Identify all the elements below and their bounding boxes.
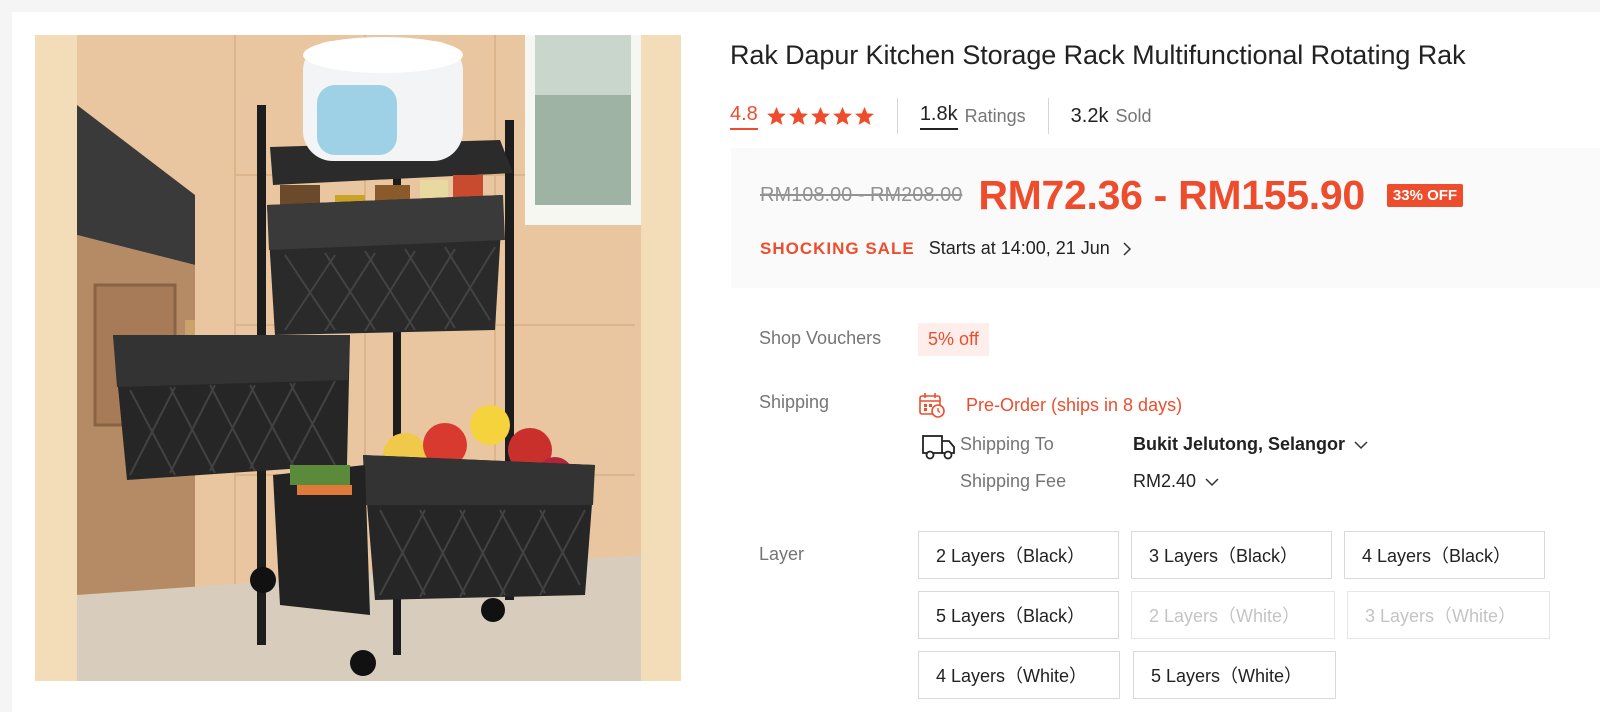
stats-divider bbox=[1047, 98, 1049, 134]
shipping-fee-label: Shipping Fee bbox=[960, 471, 1067, 491]
layer-option[interactable]: 4 Layers（White） bbox=[918, 651, 1120, 699]
product-page: Rak Dapur Kitchen Storage Rack Multifunc… bbox=[12, 12, 1600, 712]
chevron-right-icon[interactable] bbox=[1120, 241, 1134, 256]
star-icon bbox=[788, 106, 808, 125]
discount-badge: 33% OFF bbox=[1386, 184, 1464, 207]
shocking-sale-banner[interactable]: SHOCKING SALE Starts at 14:00, 21 Jun bbox=[760, 238, 1134, 259]
preorder-notice: Pre-Order (ships in 8 days) bbox=[918, 391, 1182, 419]
layer-option[interactable]: 3 Layers（Black） bbox=[1131, 531, 1332, 579]
chevron-down-icon bbox=[1354, 440, 1368, 449]
rating-score[interactable]: 4.8 bbox=[730, 102, 758, 130]
rating-stars bbox=[766, 106, 875, 127]
sale-start-time: Starts at 14:00, 21 Jun bbox=[928, 238, 1110, 258]
sold-count: 3.2k bbox=[1070, 105, 1109, 127]
star-icon bbox=[766, 106, 786, 125]
price-box: RM108.00 - RM208.00 RM72.36 - RM155.90 3… bbox=[731, 148, 1600, 288]
stats-divider bbox=[896, 98, 898, 134]
layer-option[interactable]: 5 Layers（Black） bbox=[918, 591, 1119, 639]
shipping-to-label: Shipping To bbox=[960, 434, 1054, 454]
current-price: RM72.36 - RM155.90 bbox=[978, 172, 1365, 218]
chevron-down-icon bbox=[1205, 477, 1219, 486]
layer-option[interactable]: 2 Layers（Black） bbox=[918, 531, 1119, 579]
kitchen-rack-illustration bbox=[35, 35, 681, 681]
original-price: RM108.00 - RM208.00 bbox=[760, 184, 963, 206]
shipping-fee-value: RM2.40 bbox=[1133, 471, 1197, 491]
product-title: Rak Dapur Kitchen Storage Rack Multifunc… bbox=[730, 40, 1466, 70]
star-icon bbox=[854, 106, 874, 125]
shipping-to-selector[interactable]: Bukit Jelutong, Selangor bbox=[1133, 434, 1369, 455]
product-stats: 4.8 1.8k Ratings 3.2k Sold bbox=[730, 98, 1174, 134]
layer-option-disabled: 3 Layers（White） bbox=[1347, 591, 1550, 639]
shipping-label: Shipping bbox=[759, 392, 830, 412]
ratings-count[interactable]: 1.8k bbox=[919, 102, 958, 130]
truck-icon bbox=[922, 435, 955, 460]
voucher-tag[interactable]: 5% off bbox=[918, 323, 989, 356]
layer-option[interactable]: 4 Layers（Black） bbox=[1344, 531, 1545, 579]
star-icon bbox=[832, 106, 852, 125]
sale-label: SHOCKING SALE bbox=[760, 238, 915, 258]
layer-option[interactable]: 5 Layers（White） bbox=[1133, 651, 1336, 699]
ratings-label: Ratings bbox=[964, 105, 1026, 126]
shipping-fee-selector[interactable]: RM2.40 bbox=[1133, 471, 1220, 492]
shop-vouchers-label: Shop Vouchers bbox=[759, 328, 882, 348]
sold-label: Sold bbox=[1115, 105, 1152, 126]
calendar-clock-icon bbox=[919, 393, 945, 418]
shipping-to-value: Bukit Jelutong, Selangor bbox=[1133, 434, 1346, 454]
product-image[interactable] bbox=[35, 35, 681, 681]
preorder-text: Pre-Order (ships in 8 days) bbox=[966, 394, 1183, 415]
star-icon bbox=[810, 106, 830, 125]
layer-option-disabled: 2 Layers（White） bbox=[1131, 591, 1335, 639]
price-row: RM108.00 - RM208.00 RM72.36 - RM155.90 3… bbox=[760, 172, 1464, 219]
layer-label: Layer bbox=[759, 544, 805, 564]
